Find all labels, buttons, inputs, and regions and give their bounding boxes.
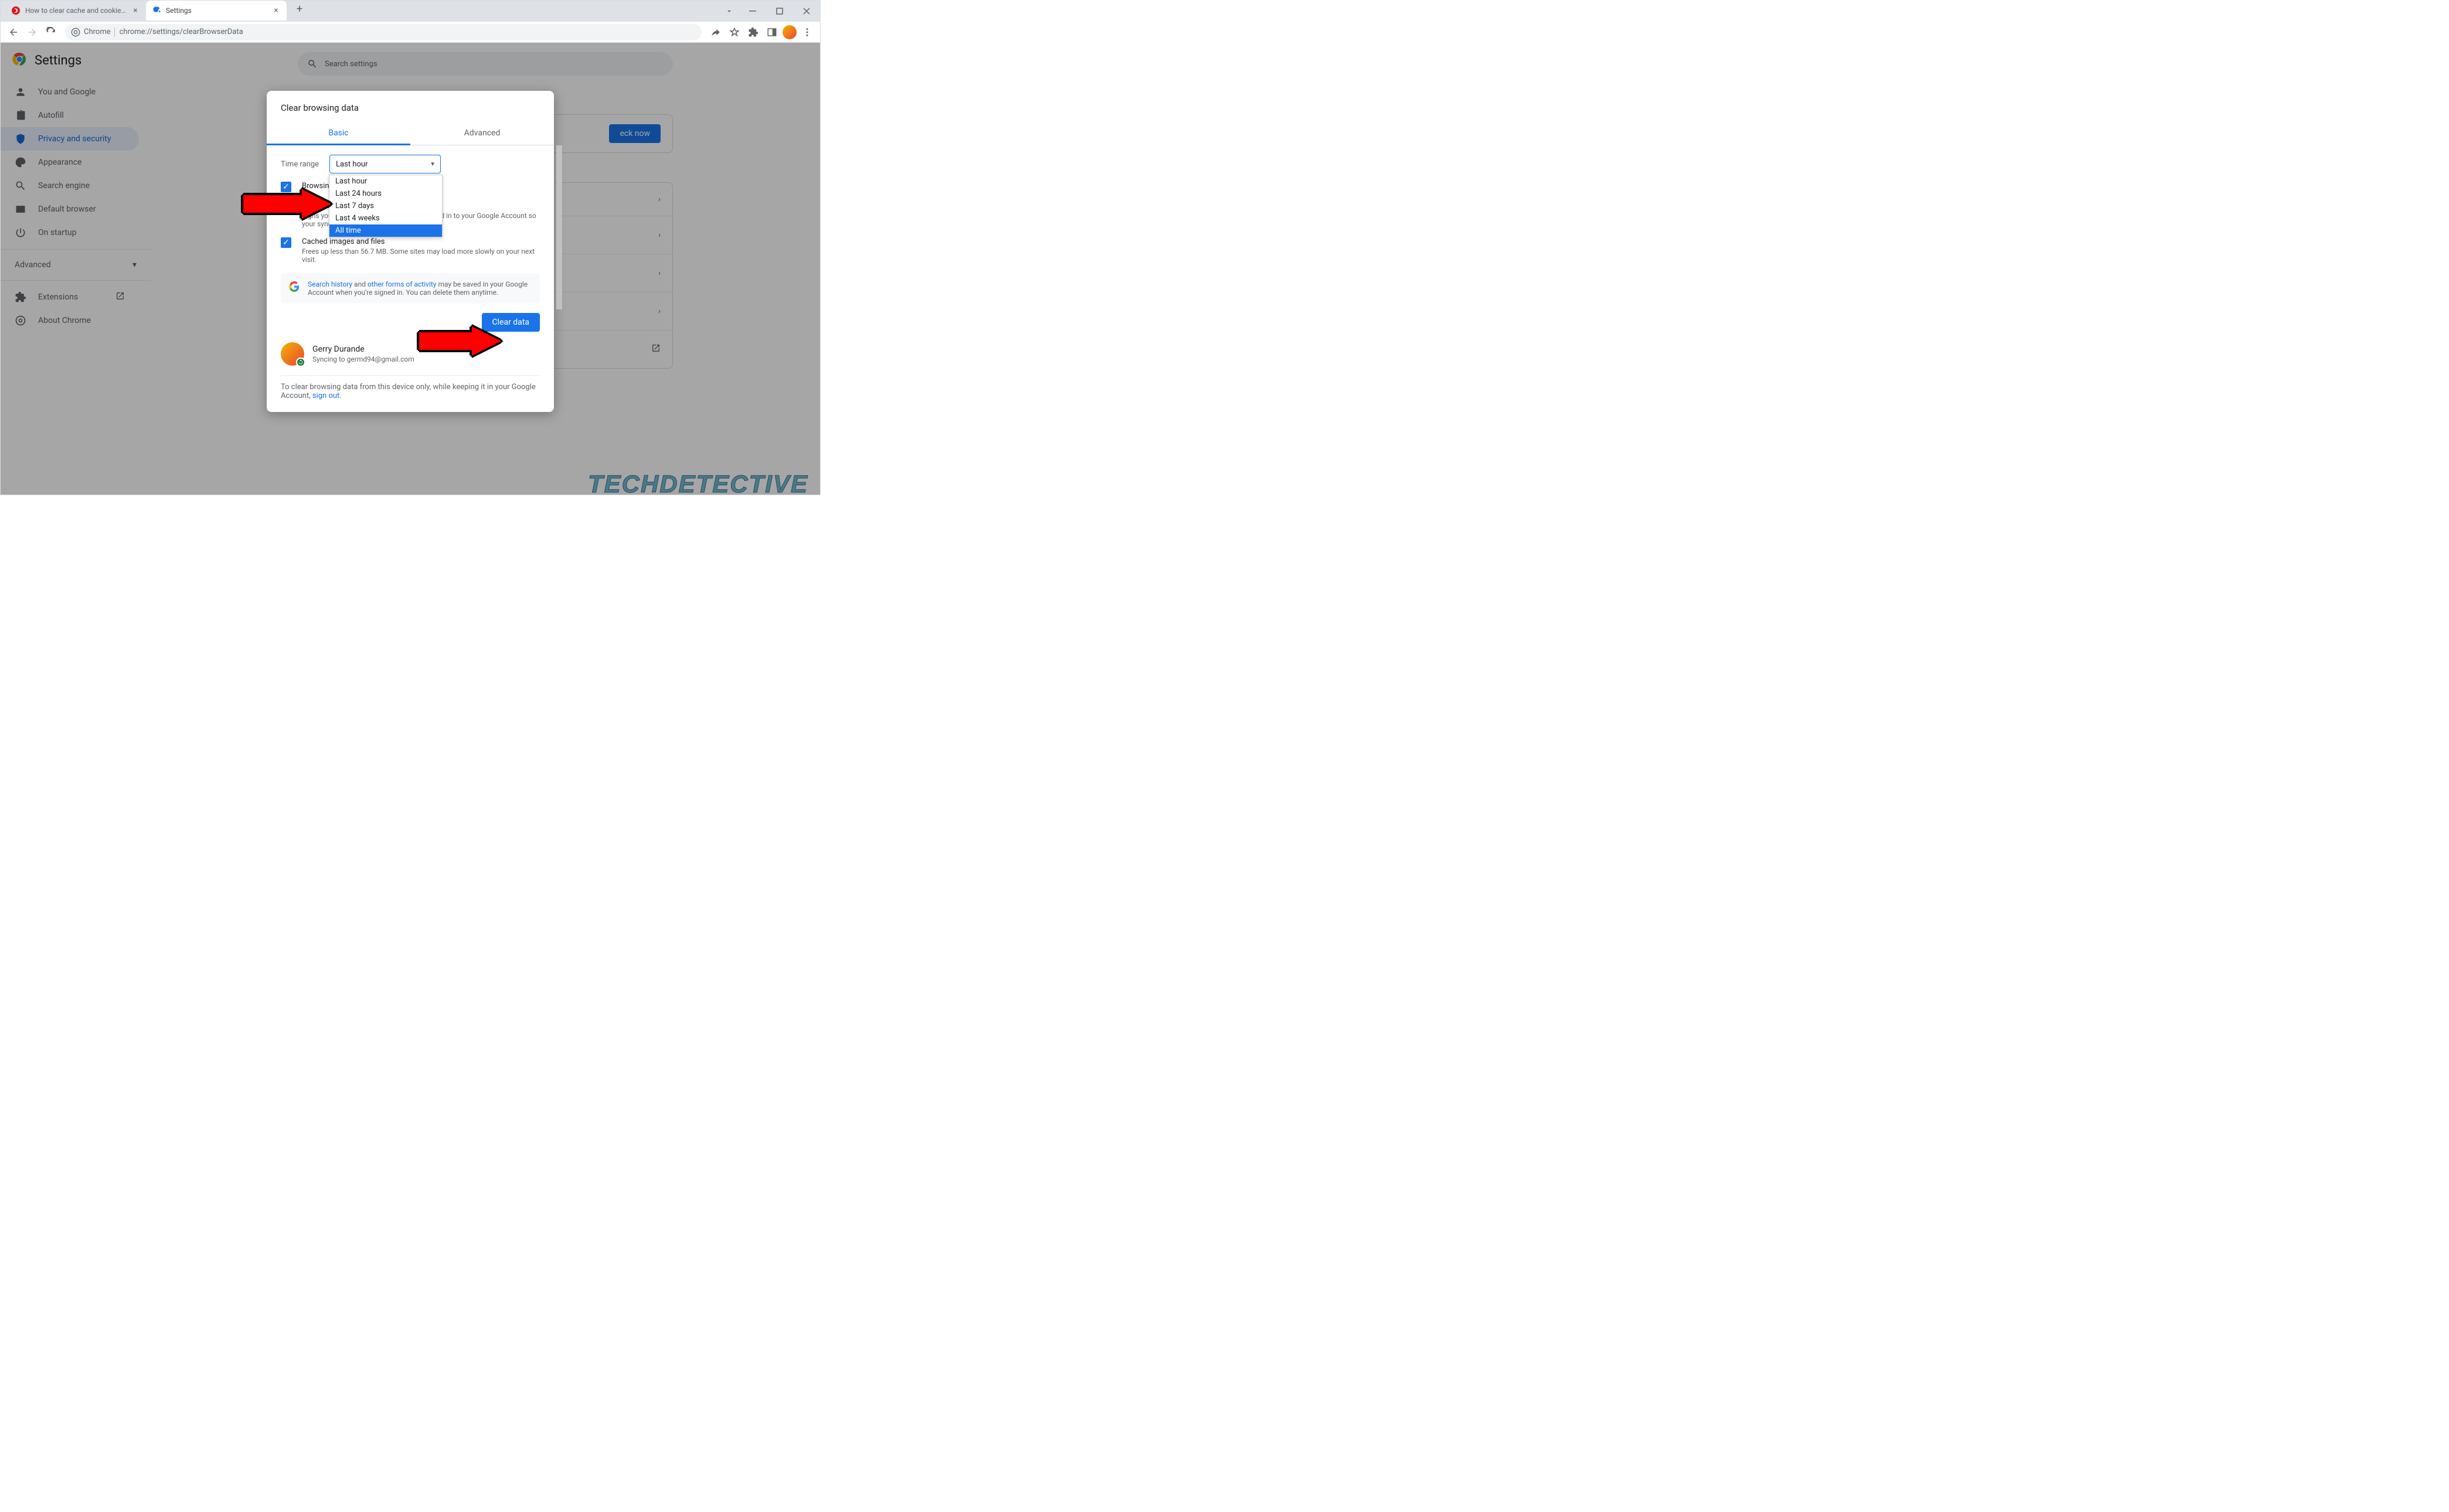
sidepanel-button[interactable] [764, 24, 780, 40]
signout-text: To clear browsing data from this device … [267, 376, 554, 400]
clear-browsing-data-dialog: Clear browsing data Basic Advanced Time … [267, 91, 554, 412]
close-window-button[interactable] [793, 1, 820, 22]
user-sync-text: Syncing to germd94@gmail.com [312, 355, 414, 363]
annotation-arrow-2 [419, 326, 501, 358]
time-range-select[interactable]: Last hour ▼ Last hour Last 24 hours Last… [329, 155, 441, 173]
checkbox-checked[interactable]: ✓ [281, 237, 291, 248]
annotation-arrow-1 [243, 189, 331, 221]
close-icon[interactable]: × [271, 6, 281, 15]
dialog-tab-advanced[interactable]: Advanced [410, 121, 554, 145]
reload-button[interactable] [43, 24, 59, 40]
time-range-row: Time range Last hour ▼ Last hour Last 24… [281, 155, 540, 173]
google-icon [289, 281, 300, 292]
cached-title: Cached images and files [302, 237, 540, 246]
sign-out-link[interactable]: sign out [312, 391, 339, 400]
extensions-button[interactable] [745, 24, 761, 40]
user-avatar [281, 342, 304, 366]
dialog-footer: Clear data [267, 304, 554, 332]
tab-active[interactable]: Settings × [146, 1, 287, 21]
back-button[interactable] [5, 24, 22, 40]
dialog-tab-basic[interactable]: Basic [267, 121, 410, 145]
other-activity-link[interactable]: other forms of activity [368, 280, 437, 288]
omnibox-divider [114, 28, 115, 37]
sync-badge-icon [296, 357, 305, 367]
tab-inactive[interactable]: How to clear cache and cookies c × [5, 1, 146, 21]
omnibox[interactable]: Chrome chrome://settings/clearBrowserDat… [65, 24, 702, 40]
forward-button[interactable] [24, 24, 40, 40]
time-range-popup: Last hour Last 24 hours Last 7 days Last… [329, 175, 443, 237]
settings-gear-icon [152, 6, 161, 15]
time-option-highlight[interactable]: All time [329, 224, 442, 237]
info-box: Search history and other forms of activi… [281, 273, 540, 304]
synced-user-row: Gerry Durande Syncing to germd94@gmail.c… [267, 332, 554, 366]
minimize-button[interactable] [739, 1, 766, 22]
info-text: Search history and other forms of activi… [308, 280, 532, 297]
tab-search-icon[interactable] [719, 3, 739, 19]
profile-avatar[interactable] [783, 25, 797, 39]
chrome-icon [71, 28, 80, 37]
time-range-label: Time range [281, 160, 319, 169]
tab-title: How to clear cache and cookies c [25, 6, 126, 15]
caret-down-icon: ▼ [430, 161, 436, 168]
new-tab-button[interactable]: + [291, 1, 308, 17]
search-history-link[interactable]: Search history [308, 280, 352, 288]
trend-favicon-icon [11, 6, 21, 15]
browser-window: How to clear cache and cookies c × Setti… [0, 0, 821, 495]
bookmark-button[interactable] [726, 24, 743, 40]
url-text: chrome://settings/clearBrowserData [120, 28, 243, 36]
toolbar: Chrome chrome://settings/clearBrowserDat… [1, 22, 820, 43]
dialog-tabs: Basic Advanced [267, 121, 554, 145]
time-range-value: Last hour [336, 160, 368, 169]
time-option[interactable]: Last hour [329, 175, 442, 188]
time-option[interactable]: Last 24 hours [329, 188, 442, 200]
tab-list: How to clear cache and cookies c × Setti… [1, 1, 308, 22]
cached-sub: Frees up less than 56.7 MB. Some sites m… [302, 247, 540, 264]
watermark: TECHDETECTIVE [588, 470, 808, 498]
close-icon[interactable]: × [131, 6, 140, 15]
dialog-body: Time range Last hour ▼ Last hour Last 24… [267, 145, 554, 304]
scrollbar-track[interactable] [556, 145, 562, 304]
maximize-button[interactable] [766, 1, 793, 22]
menu-button[interactable] [799, 24, 815, 40]
user-name: Gerry Durande [312, 345, 414, 354]
time-option[interactable]: Last 7 days [329, 200, 442, 212]
tab-title: Settings [166, 6, 267, 15]
scrollbar-thumb[interactable] [556, 145, 562, 309]
time-option[interactable]: Last 4 weeks [329, 212, 442, 224]
cached-row[interactable]: ✓ Cached images and files Frees up less … [281, 237, 540, 264]
window-controls [719, 1, 820, 22]
tab-strip: How to clear cache and cookies c × Setti… [1, 1, 820, 22]
share-button[interactable] [708, 24, 724, 40]
site-info[interactable]: Chrome [71, 28, 115, 37]
dialog-title: Clear browsing data [267, 91, 554, 121]
site-label: Chrome [84, 28, 111, 36]
